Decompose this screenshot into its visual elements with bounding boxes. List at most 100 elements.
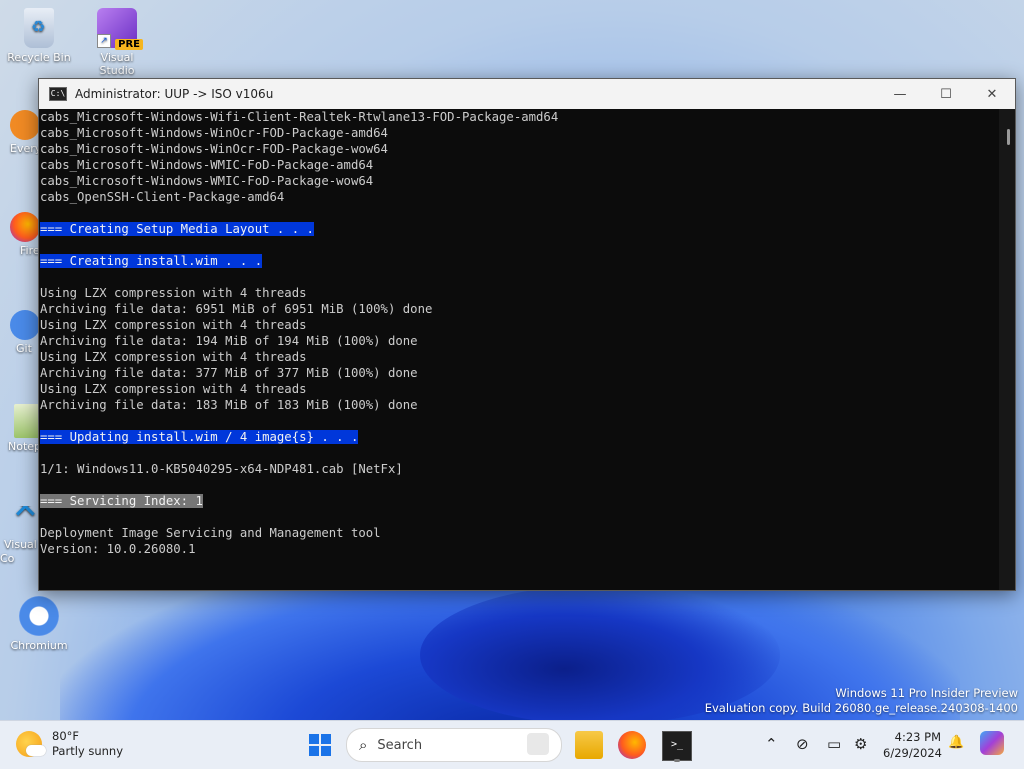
close-button[interactable]: ✕ [969, 79, 1015, 109]
console-line-text: Using LZX compression with 4 threads [40, 350, 307, 364]
console-line-text: Archiving file data: 194 MiB of 194 MiB … [40, 334, 418, 348]
weather-widget[interactable]: 80°F Partly sunny [16, 729, 123, 759]
search-box[interactable]: ⌕ Search [346, 728, 562, 762]
search-label: Search [377, 737, 423, 753]
desktop-icon-label: Git [16, 342, 32, 355]
display-icon[interactable]: ▭ [827, 735, 841, 753]
firefox-icon [10, 212, 40, 242]
console-output[interactable]: cabs_Microsoft-Windows-Wifi-Client-Realt… [39, 109, 1000, 589]
notification-bell-icon[interactable]: 🔔 [948, 735, 964, 750]
git-icon [10, 310, 40, 340]
window-title: Administrator: UUP -> ISO v106u [75, 87, 274, 101]
active-app-indicator [674, 759, 680, 762]
scrollbar-thumb[interactable] [1007, 129, 1010, 145]
console-line-text: cabs_OpenSSH-Client-Package-amd64 [40, 190, 285, 204]
minimize-button[interactable]: — [877, 79, 923, 109]
console-line: Archiving file data: 6951 MiB of 6951 Mi… [40, 301, 1000, 317]
preview-badge: PRE [115, 39, 143, 50]
vscode-icon: ✕ [12, 506, 39, 526]
console-line: cabs_OpenSSH-Client-Package-amd64 [40, 189, 1000, 205]
window-titlebar[interactable]: C:\ Administrator: UUP -> ISO v106u — ☐ … [39, 79, 1015, 109]
console-line-text: Deployment Image Servicing and Managemen… [40, 526, 381, 540]
file-explorer-button[interactable] [575, 731, 603, 759]
console-line: Archiving file data: 194 MiB of 194 MiB … [40, 333, 1000, 349]
console-line-text: === Servicing Index: 1 [40, 494, 203, 508]
console-line-text: cabs_Microsoft-Windows-WinOcr-FOD-Packag… [40, 142, 388, 156]
firefox-taskbar-button[interactable] [618, 731, 646, 759]
clock-date: 6/29/2024 [883, 746, 942, 760]
console-line: cabs_Microsoft-Windows-WinOcr-FOD-Packag… [40, 125, 1000, 141]
console-line: cabs_Microsoft-Windows-Wifi-Client-Realt… [40, 109, 1000, 125]
shortcut-arrow-icon: ↗ [97, 34, 111, 48]
desktop-icon-label: Visual Co [0, 538, 37, 565]
console-line-text: Using LZX compression with 4 threads [40, 318, 307, 332]
console-scrollbar[interactable] [999, 109, 1015, 590]
weather-temperature: 80°F [52, 729, 79, 743]
evaluation-watermark: Windows 11 Pro Insider Preview Evaluatio… [705, 686, 1018, 716]
clock[interactable]: 4:23 PM 6/29/2024 [883, 729, 942, 761]
taskbar: 80°F Partly sunny ⌕ Search >_ ⌃ ⊘ ▭ ⚙ 4:… [0, 720, 1024, 769]
desktop-icon-label: Notep [8, 440, 40, 453]
console-line: === Creating Setup Media Layout . . . [40, 221, 1000, 237]
desktop-icon-label: Chromium [10, 639, 68, 652]
desktop-icon-git[interactable]: Git [0, 310, 40, 355]
desktop-icon-notepad[interactable]: Notep [0, 404, 40, 453]
visual-studio-icon: ↗ PRE [97, 8, 143, 50]
console-line: Archiving file data: 183 MiB of 183 MiB … [40, 397, 1000, 413]
desktop-icon-everything[interactable]: Every [0, 110, 40, 155]
console-line-text: Archiving file data: 377 MiB of 377 MiB … [40, 366, 418, 380]
console-line-text: cabs_Microsoft-Windows-Wifi-Client-Realt… [40, 110, 559, 124]
copilot-icon[interactable] [980, 731, 1004, 755]
console-line: === Creating install.wim . . . [40, 253, 1000, 269]
console-line-text: 1/1: Windows11.0-KB5040295-x64-NDP481.ca… [40, 462, 403, 476]
watermark-line-1: Windows 11 Pro Insider Preview [835, 686, 1018, 700]
console-line-text: cabs_Microsoft-Windows-WMIC-FoD-Package-… [40, 158, 374, 172]
console-line: === Servicing Index: 1 [40, 493, 1000, 509]
everything-icon [10, 110, 40, 140]
settings-icon[interactable]: ⚙ [854, 735, 867, 753]
show-hidden-icons-chevron-icon[interactable]: ⌃ [765, 735, 778, 753]
desktop-icon-firefox[interactable]: Fire [0, 212, 40, 257]
console-line-text: === Creating install.wim . . . [40, 254, 263, 268]
console-line: Archiving file data: 377 MiB of 377 MiB … [40, 365, 1000, 381]
terminal-taskbar-button[interactable]: >_ [662, 731, 692, 761]
maximize-button[interactable]: ☐ [923, 79, 969, 109]
console-line-text: Archiving file data: 183 MiB of 183 MiB … [40, 398, 418, 412]
desktop-icon-label: Fire [20, 244, 40, 257]
console-line: === Updating install.wim / 4 image{s} . … [40, 429, 1000, 445]
desktop-icon-visual-studio[interactable]: ↗ PRE Visual Studio [82, 8, 152, 77]
notepad-icon [14, 404, 40, 438]
watermark-line-2: Evaluation copy. Build 26080.ge_release.… [704, 701, 1018, 715]
desktop-icon-chromium[interactable]: Chromium [4, 596, 74, 652]
start-button[interactable] [309, 734, 331, 756]
partly-sunny-icon [16, 731, 46, 757]
console-window[interactable]: C:\ Administrator: UUP -> ISO v106u — ☐ … [38, 78, 1016, 591]
console-line-text: cabs_Microsoft-Windows-WinOcr-FOD-Packag… [40, 126, 388, 140]
clock-time: 4:23 PM [894, 730, 941, 744]
console-line: Version: 10.0.26080.1 [40, 541, 1000, 557]
console-line: Using LZX compression with 4 threads [40, 381, 1000, 397]
network-icon[interactable]: ⊘ [796, 735, 809, 753]
search-highlight-icon [527, 733, 549, 755]
console-line-text: === Updating install.wim / 4 image{s} . … [40, 430, 359, 444]
desktop-icon-recycle-bin[interactable]: ♻ Recycle Bin [4, 8, 74, 64]
desktop-icon-visual-code[interactable]: ✕ Visual Co [0, 506, 40, 566]
console-line: cabs_Microsoft-Windows-WMIC-FoD-Package-… [40, 173, 1000, 189]
console-line-text: Version: 10.0.26080.1 [40, 542, 196, 556]
chromium-icon [19, 596, 59, 636]
weather-condition: Partly sunny [52, 744, 124, 758]
recycle-bin-icon: ♻ [24, 8, 54, 48]
console-app-icon: C:\ [49, 87, 67, 101]
desktop-icon-label: Every [10, 142, 40, 155]
desktop-icon-label: Recycle Bin [7, 51, 71, 64]
console-line: Using LZX compression with 4 threads [40, 285, 1000, 301]
console-line: cabs_Microsoft-Windows-WinOcr-FOD-Packag… [40, 141, 1000, 157]
search-icon: ⌕ [359, 736, 368, 754]
console-line-text: === Creating Setup Media Layout . . . [40, 222, 314, 236]
console-line: Using LZX compression with 4 threads [40, 317, 1000, 333]
console-line: 1/1: Windows11.0-KB5040295-x64-NDP481.ca… [40, 461, 1000, 477]
